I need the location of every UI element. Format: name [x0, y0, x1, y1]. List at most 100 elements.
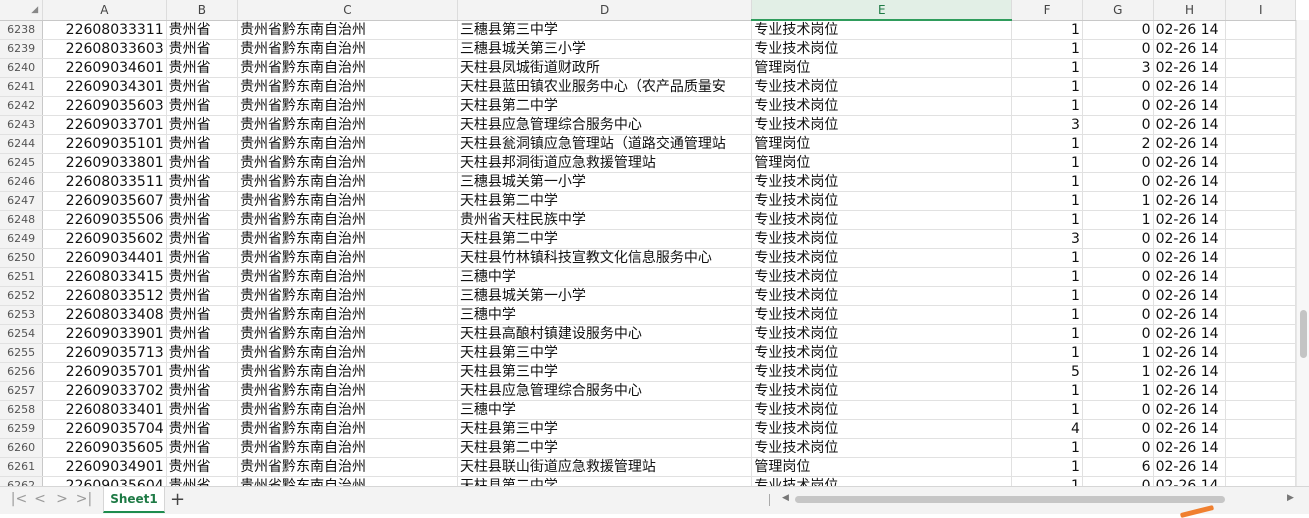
- cell-f[interactable]: 1: [1011, 305, 1083, 325]
- cell-i[interactable]: [1225, 210, 1296, 230]
- column-header-i[interactable]: I: [1225, 0, 1296, 21]
- cell-f[interactable]: 1: [1011, 457, 1083, 477]
- cell-g[interactable]: 0: [1082, 286, 1154, 306]
- cell-a[interactable]: 22608033512: [42, 286, 167, 306]
- cell-i[interactable]: [1225, 134, 1296, 154]
- cell-c[interactable]: 贵州省黔东南自治州: [237, 191, 458, 211]
- cell-i[interactable]: [1225, 419, 1296, 439]
- cell-h[interactable]: 02-26 14: [1153, 286, 1227, 306]
- cell-b[interactable]: 贵州省: [166, 39, 239, 59]
- cell-i[interactable]: [1225, 286, 1296, 306]
- cell-b[interactable]: 贵州省: [166, 248, 239, 268]
- cell-b[interactable]: 贵州省: [166, 267, 239, 287]
- cell-g[interactable]: 0: [1082, 153, 1154, 173]
- table-row[interactable]: 6256 22609035701 贵州省 贵州省黔东南自治州 天柱县第三中学 专业技术岗位…: [0, 362, 1296, 382]
- cell-d[interactable]: 天柱县高酿村镇建设服务中心: [457, 324, 753, 344]
- cell-f[interactable]: 1: [1011, 20, 1083, 40]
- cell-h[interactable]: 02-26 14: [1153, 400, 1227, 420]
- cell-d[interactable]: 天柱县第三中学: [457, 419, 753, 439]
- column-header-c[interactable]: C: [237, 0, 458, 21]
- cell-h[interactable]: 02-26 14: [1153, 305, 1227, 325]
- cell-d[interactable]: 三穗县城关第三小学: [457, 39, 753, 59]
- cell-h[interactable]: 02-26 14: [1153, 210, 1227, 230]
- cell-g[interactable]: 0: [1082, 248, 1154, 268]
- cell-d[interactable]: 三穗县城关第一小学: [457, 286, 753, 306]
- spreadsheet-grid[interactable]: ◢ A B C D E F G H I 6238 22608033311 贵州省 贵州…: [0, 0, 1296, 486]
- cell-c[interactable]: 贵州省黔东南自治州: [237, 39, 458, 59]
- cell-c[interactable]: 贵州省黔东南自治州: [237, 457, 458, 477]
- cell-a[interactable]: 22609034601: [42, 58, 167, 78]
- cell-i[interactable]: [1225, 77, 1296, 97]
- cell-e[interactable]: 专业技术岗位: [751, 381, 1013, 401]
- cell-i[interactable]: [1225, 115, 1296, 135]
- cell-e[interactable]: 管理岗位: [751, 58, 1013, 78]
- cell-e[interactable]: 专业技术岗位: [751, 419, 1013, 439]
- cell-e[interactable]: 管理岗位: [751, 457, 1013, 477]
- cell-e[interactable]: 管理岗位: [751, 134, 1013, 154]
- table-row[interactable]: 6253 22608033408 贵州省 贵州省黔东南自治州 三穗中学 专业技术岗位 1 0 0…: [0, 305, 1296, 325]
- cell-i[interactable]: [1225, 305, 1296, 325]
- cell-e[interactable]: 专业技术岗位: [751, 343, 1013, 363]
- cell-a[interactable]: 22609035607: [42, 191, 167, 211]
- cell-c[interactable]: 贵州省黔东南自治州: [237, 20, 458, 40]
- row-number[interactable]: 6261: [0, 457, 44, 477]
- cell-d[interactable]: 天柱县第三中学: [457, 362, 753, 382]
- add-sheet-button[interactable]: +: [170, 489, 185, 510]
- table-row[interactable]: 6252 22608033512 贵州省 贵州省黔东南自治州 三穗县城关第一小学 专业技术…: [0, 286, 1296, 306]
- row-number[interactable]: 6257: [0, 381, 44, 401]
- cell-a[interactable]: 22609034301: [42, 77, 167, 97]
- cell-g[interactable]: 0: [1082, 96, 1154, 116]
- prev-sheet-button[interactable]: <: [31, 491, 49, 507]
- row-number[interactable]: 6259: [0, 419, 44, 439]
- cell-a[interactable]: 22609034401: [42, 248, 167, 268]
- column-header-e[interactable]: E: [751, 0, 1013, 21]
- row-number[interactable]: 6262: [0, 476, 44, 486]
- table-row[interactable]: 6250 22609034401 贵州省 贵州省黔东南自治州 天柱县竹林镇科技宣教文化信…: [0, 248, 1296, 268]
- cell-b[interactable]: 贵州省: [166, 438, 239, 458]
- cell-a[interactable]: 22608033603: [42, 39, 167, 59]
- cell-e[interactable]: 专业技术岗位: [751, 39, 1013, 59]
- table-row[interactable]: 6255 22609035713 贵州省 贵州省黔东南自治州 天柱县第三中学 专业技术岗位…: [0, 343, 1296, 363]
- cell-e[interactable]: 专业技术岗位: [751, 77, 1013, 97]
- cell-a[interactable]: 22609033801: [42, 153, 167, 173]
- cell-a[interactable]: 22609033901: [42, 324, 167, 344]
- cell-d[interactable]: 天柱县第二中学: [457, 476, 753, 486]
- table-row[interactable]: 6239 22608033603 贵州省 贵州省黔东南自治州 三穗县城关第三小学 专业技术…: [0, 39, 1296, 59]
- cell-d[interactable]: 三穗中学: [457, 400, 753, 420]
- cell-e[interactable]: 专业技术岗位: [751, 476, 1013, 486]
- cell-e[interactable]: 专业技术岗位: [751, 248, 1013, 268]
- cell-g[interactable]: 1: [1082, 381, 1154, 401]
- table-row[interactable]: 6246 22608033511 贵州省 贵州省黔东南自治州 三穗县城关第一小学 专业技术…: [0, 172, 1296, 192]
- cell-g[interactable]: 1: [1082, 343, 1154, 363]
- table-row[interactable]: 6244 22609035101 贵州省 贵州省黔东南自治州 天柱县瓮洞镇应急管理站（道…: [0, 134, 1296, 154]
- cell-g[interactable]: 0: [1082, 77, 1154, 97]
- cell-a[interactable]: 22609035604: [42, 476, 167, 486]
- cell-d[interactable]: 三穗县城关第一小学: [457, 172, 753, 192]
- cell-b[interactable]: 贵州省: [166, 229, 239, 249]
- cell-e[interactable]: 专业技术岗位: [751, 324, 1013, 344]
- table-row[interactable]: 6254 22609033901 贵州省 贵州省黔东南自治州 天柱县高酿村镇建设服务中心…: [0, 324, 1296, 344]
- cell-c[interactable]: 贵州省黔东南自治州: [237, 210, 458, 230]
- row-number[interactable]: 6254: [0, 324, 44, 344]
- cell-g[interactable]: 0: [1082, 476, 1154, 486]
- cell-i[interactable]: [1225, 191, 1296, 211]
- table-row[interactable]: 6238 22608033311 贵州省 贵州省黔东南自治州 三穗县第三中学 专业技术岗位…: [0, 20, 1296, 40]
- scroll-right-arrow-icon[interactable]: ▶: [1287, 493, 1294, 503]
- vertical-scrollbar[interactable]: [1296, 20, 1309, 486]
- cell-b[interactable]: 贵州省: [166, 324, 239, 344]
- cell-e[interactable]: 专业技术岗位: [751, 305, 1013, 325]
- cell-d[interactable]: 天柱县竹林镇科技宣教文化信息服务中心: [457, 248, 753, 268]
- cell-b[interactable]: 贵州省: [166, 381, 239, 401]
- cell-e[interactable]: 专业技术岗位: [751, 96, 1013, 116]
- cell-d[interactable]: 天柱县第二中学: [457, 191, 753, 211]
- cell-d[interactable]: 三穗中学: [457, 267, 753, 287]
- cell-e[interactable]: 专业技术岗位: [751, 172, 1013, 192]
- cell-c[interactable]: 贵州省黔东南自治州: [237, 134, 458, 154]
- cell-i[interactable]: [1225, 229, 1296, 249]
- select-all-corner[interactable]: ◢: [0, 0, 44, 21]
- cell-e[interactable]: 专业技术岗位: [751, 286, 1013, 306]
- column-header-d[interactable]: D: [457, 0, 753, 21]
- cell-d[interactable]: 天柱县第三中学: [457, 343, 753, 363]
- cell-d[interactable]: 三穗县第三中学: [457, 20, 753, 40]
- cell-i[interactable]: [1225, 153, 1296, 173]
